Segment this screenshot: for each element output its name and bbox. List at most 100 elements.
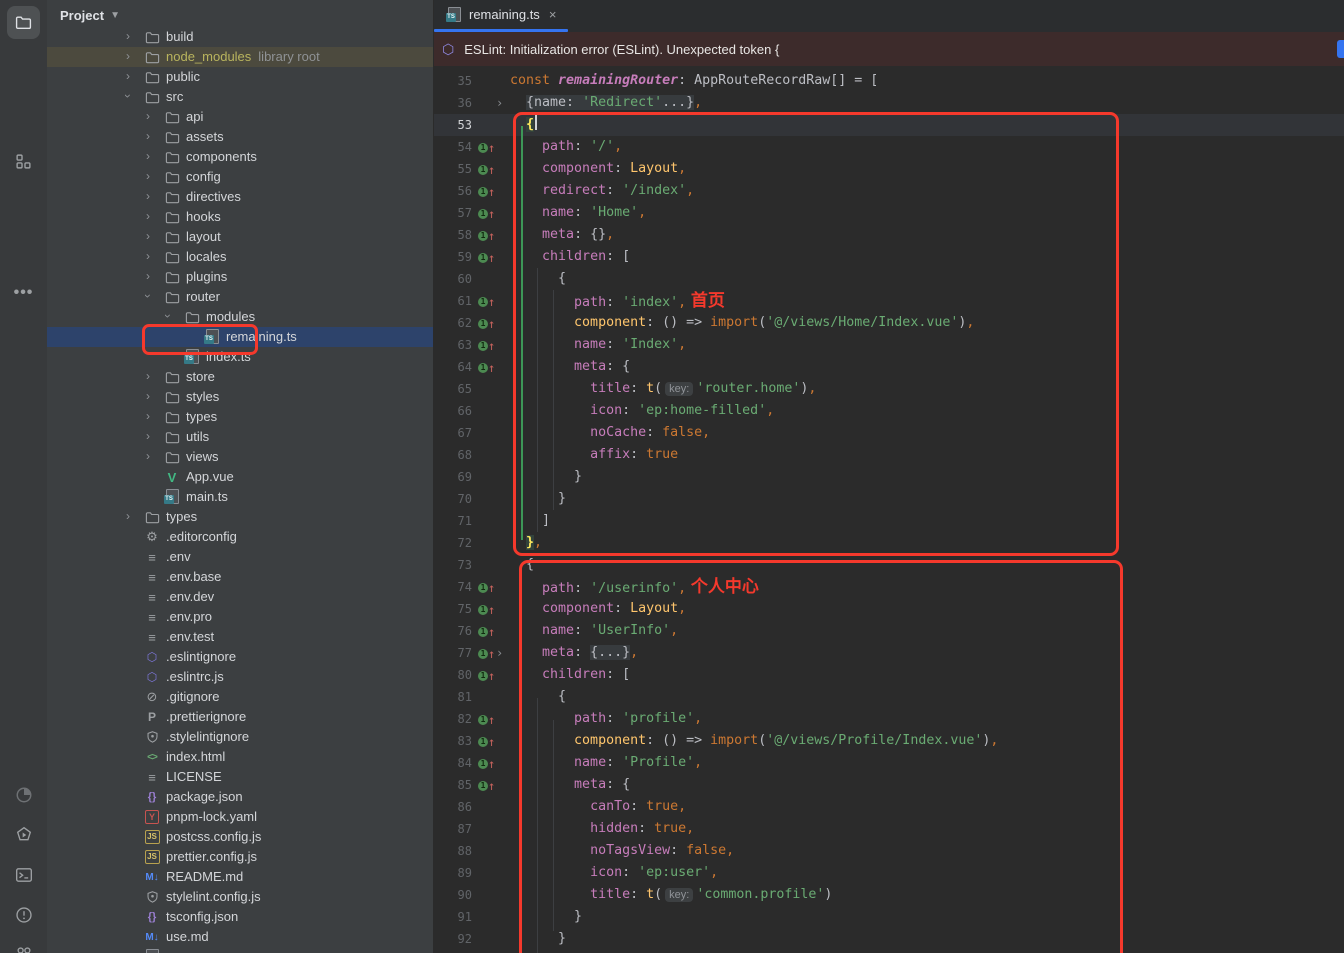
tree-item-directives[interactable]: ›directives: [47, 187, 433, 207]
line-number-65[interactable]: 65: [434, 378, 472, 400]
code-line-60[interactable]: {: [510, 268, 566, 290]
more-tool-windows-icon[interactable]: •••: [7, 276, 40, 309]
tree-item-router[interactable]: ›router: [47, 287, 433, 307]
tree-item-.env.base[interactable]: ≡.env.base: [47, 567, 433, 587]
commit-icon[interactable]: [7, 938, 40, 953]
change-marker-icon[interactable]: 1↑: [478, 341, 495, 351]
change-marker-icon[interactable]: 1↑: [478, 627, 495, 637]
structure-icon[interactable]: [7, 145, 40, 178]
tree-item-package.json[interactable]: {}package.json: [47, 787, 433, 807]
chevron-collapsed-icon[interactable]: ›: [143, 129, 153, 143]
line-number-91[interactable]: 91: [434, 906, 472, 928]
tree-item-App.vue[interactable]: VApp.vue: [47, 467, 433, 487]
code-line-87[interactable]: hidden: true,: [510, 818, 694, 840]
tree-item-clipped[interactable]: TS: [47, 947, 433, 953]
line-number-82[interactable]: 82: [434, 708, 472, 730]
tree-item-main.ts[interactable]: TSmain.ts: [47, 487, 433, 507]
code-line-62[interactable]: component: () => import('@/views/Home/In…: [510, 312, 974, 334]
code-line-67[interactable]: noCache: false,: [510, 422, 710, 444]
change-marker-icon[interactable]: 1↑: [478, 649, 495, 659]
tab-remaining-ts[interactable]: TS remaining.ts ×: [434, 0, 568, 29]
tree-item-build[interactable]: ›build: [47, 27, 433, 47]
services-run-icon[interactable]: [7, 818, 40, 851]
tree-item-postcss.config.js[interactable]: JSpostcss.config.js: [47, 827, 433, 847]
change-marker-icon[interactable]: 1↑: [478, 737, 495, 747]
tree-item-components[interactable]: ›components: [47, 147, 433, 167]
tree-item-.eslintignore[interactable]: ⬡.eslintignore: [47, 647, 433, 667]
change-marker-icon[interactable]: 1↑: [478, 231, 495, 241]
chevron-collapsed-icon[interactable]: ›: [143, 169, 153, 183]
fold-chevron-icon[interactable]: ›: [496, 642, 503, 664]
problems-icon[interactable]: [7, 898, 40, 931]
change-marker-icon[interactable]: 1↑: [478, 297, 495, 307]
code-line-63[interactable]: name: 'Index',: [510, 334, 686, 356]
code-line-82[interactable]: path: 'profile',: [510, 708, 702, 730]
chevron-collapsed-icon[interactable]: ›: [143, 269, 153, 283]
code-line-65[interactable]: title: t(key:'router.home'),: [510, 378, 816, 400]
line-number-59[interactable]: 59: [434, 246, 472, 268]
code-line-57[interactable]: name: 'Home',: [510, 202, 646, 224]
chevron-collapsed-icon[interactable]: ›: [143, 189, 153, 203]
change-marker-icon[interactable]: 1↑: [478, 715, 495, 725]
change-marker-icon[interactable]: 1↑: [478, 583, 495, 593]
change-marker-icon[interactable]: 1↑: [478, 253, 495, 263]
tree-item-plugins[interactable]: ›plugins: [47, 267, 433, 287]
code-line-80[interactable]: children: [: [510, 664, 630, 686]
project-panel-header[interactable]: Project ▼: [47, 0, 433, 30]
line-number-73[interactable]: 73: [434, 554, 472, 576]
tree-item-src[interactable]: ›src: [47, 87, 433, 107]
line-number-68[interactable]: 68: [434, 444, 472, 466]
code-line-84[interactable]: name: 'Profile',: [510, 752, 702, 774]
tree-item-stylelint.config.js[interactable]: stylelint.config.js: [47, 887, 433, 907]
line-number-66[interactable]: 66: [434, 400, 472, 422]
line-number-56[interactable]: 56: [434, 180, 472, 202]
change-marker-icon[interactable]: 1↑: [478, 759, 495, 769]
chevron-collapsed-icon[interactable]: ›: [143, 389, 153, 403]
close-icon[interactable]: ×: [549, 7, 557, 22]
line-number-76[interactable]: 76: [434, 620, 472, 642]
tree-item-.editorconfig[interactable]: ⚙.editorconfig: [47, 527, 433, 547]
code-line-76[interactable]: name: 'UserInfo',: [510, 620, 678, 642]
code-line-77[interactable]: meta: {...},: [510, 642, 638, 664]
line-number-92[interactable]: 92: [434, 928, 472, 950]
tree-item-.gitignore[interactable]: ⊘.gitignore: [47, 687, 433, 707]
tree-item-.prettierignore[interactable]: P.prettierignore: [47, 707, 433, 727]
code-line-35[interactable]: const remainingRouter: AppRouteRecordRaw…: [510, 70, 878, 92]
tree-item-styles[interactable]: ›styles: [47, 387, 433, 407]
line-number-87[interactable]: 87: [434, 818, 472, 840]
code-line-92[interactable]: }: [510, 928, 566, 950]
tree-item-pnpm-lock.yaml[interactable]: Ypnpm-lock.yaml: [47, 807, 433, 827]
line-number-75[interactable]: 75: [434, 598, 472, 620]
chevron-collapsed-icon[interactable]: ›: [143, 449, 153, 463]
code-line-61[interactable]: path: 'index', 首页: [510, 290, 725, 312]
code-line-53[interactable]: {: [510, 114, 537, 136]
tree-item-layout[interactable]: ›layout: [47, 227, 433, 247]
tree-item-store[interactable]: ›store: [47, 367, 433, 387]
tree-item-.eslintrc.js[interactable]: ⬡.eslintrc.js: [47, 667, 433, 687]
tree-item-.env.pro[interactable]: ≡.env.pro: [47, 607, 433, 627]
tree-item-prettier.config.js[interactable]: JSprettier.config.js: [47, 847, 433, 867]
line-number-36[interactable]: 36: [434, 92, 472, 114]
line-number-69[interactable]: 69: [434, 466, 472, 488]
line-number-60[interactable]: 60: [434, 268, 472, 290]
line-number-71[interactable]: 71: [434, 510, 472, 532]
chevron-expanded-icon[interactable]: ›: [121, 91, 135, 101]
tree-item-config[interactable]: ›config: [47, 167, 433, 187]
line-number-35[interactable]: 35: [434, 70, 472, 92]
line-number-57[interactable]: 57: [434, 202, 472, 224]
code-line-71[interactable]: ]: [510, 510, 550, 532]
change-marker-icon[interactable]: 1↑: [478, 187, 495, 197]
chevron-collapsed-icon[interactable]: ›: [123, 49, 133, 63]
chevron-collapsed-icon[interactable]: ›: [143, 409, 153, 423]
tree-item-hooks[interactable]: ›hooks: [47, 207, 433, 227]
chevron-collapsed-icon[interactable]: ›: [123, 69, 133, 83]
tree-item-use.md[interactable]: M↓use.md: [47, 927, 433, 947]
code-line-81[interactable]: {: [510, 686, 566, 708]
line-number-89[interactable]: 89: [434, 862, 472, 884]
line-number-63[interactable]: 63: [434, 334, 472, 356]
tree-item-.env.test[interactable]: ≡.env.test: [47, 627, 433, 647]
line-number-64[interactable]: 64: [434, 356, 472, 378]
chevron-collapsed-icon[interactable]: ›: [123, 509, 133, 523]
change-marker-icon[interactable]: 1↑: [478, 143, 495, 153]
chevron-expanded-icon[interactable]: ›: [141, 291, 155, 301]
